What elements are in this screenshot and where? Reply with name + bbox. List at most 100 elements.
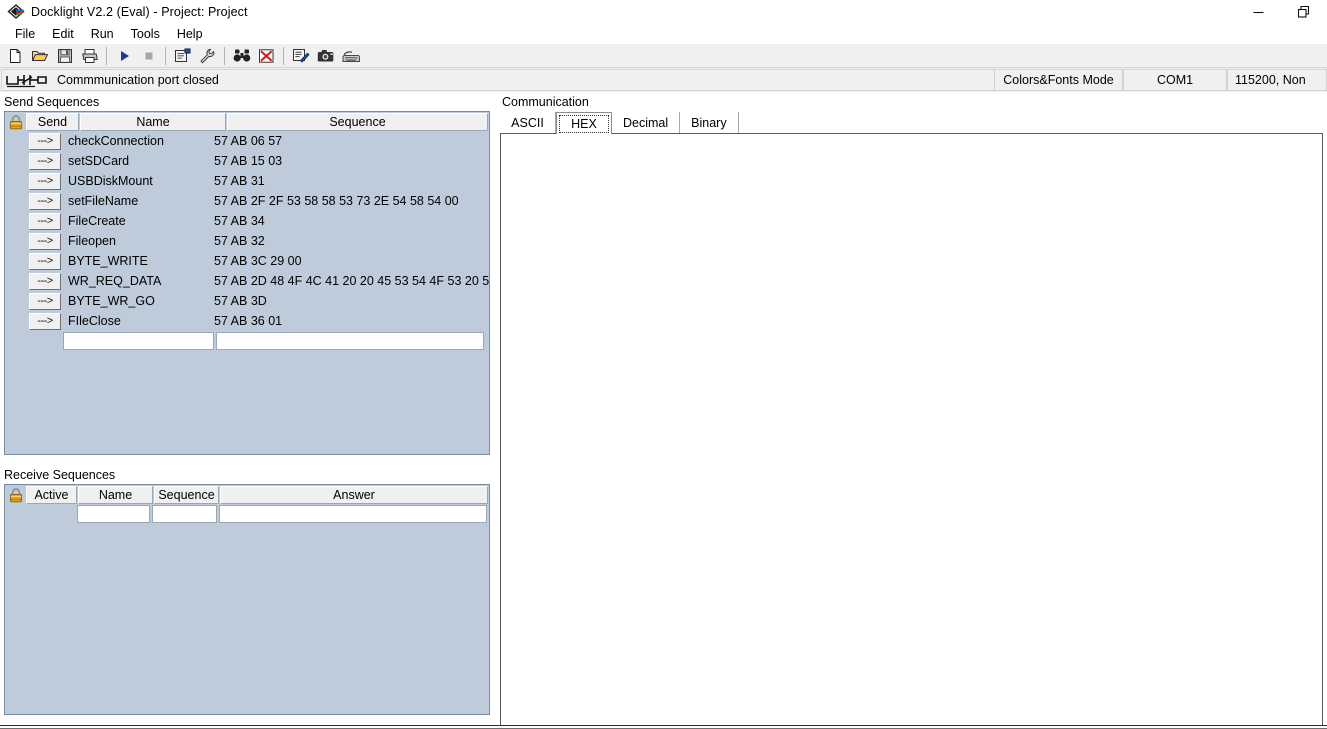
status-serial-params[interactable]: 115200, Non bbox=[1227, 69, 1327, 91]
project-settings-icon[interactable] bbox=[170, 45, 195, 67]
menu-tools[interactable]: Tools bbox=[123, 25, 169, 43]
table-row[interactable]: ---> USBDiskMount 57 AB 31 bbox=[5, 171, 489, 191]
communication-caption: Communication bbox=[502, 95, 589, 109]
send-row-button[interactable]: ---> bbox=[27, 211, 63, 231]
table-row[interactable]: ---> FIleClose 57 AB 36 01 bbox=[5, 311, 489, 331]
send-row-name: setSDCard bbox=[68, 154, 130, 168]
send-row-sequence: 57 AB 15 03 bbox=[214, 154, 283, 168]
send-row-sequence: 57 AB 2F 2F 53 58 58 53 73 2E 54 58 54 0… bbox=[214, 194, 459, 208]
send-row-sequence: 57 AB 3D bbox=[214, 294, 267, 308]
receive-padlock-icon[interactable] bbox=[6, 486, 26, 504]
send-new-row[interactable] bbox=[5, 332, 489, 350]
send-row-button[interactable]: ---> bbox=[27, 171, 63, 191]
table-row[interactable]: ---> checkConnection 57 AB 06 57 bbox=[5, 131, 489, 151]
communication-tabstrip: ASCII HEX Decimal Binary bbox=[498, 111, 1327, 134]
title-bar: Docklight V2.2 (Eval) - Project: Project bbox=[0, 0, 1327, 24]
serial-port-icon bbox=[5, 72, 51, 88]
table-row[interactable]: ---> BYTE_WR_GO 57 AB 3D bbox=[5, 291, 489, 311]
send-new-name-input[interactable] bbox=[63, 332, 214, 350]
table-row[interactable]: ---> BYTE_WRITE 57 AB 3C 29 00 bbox=[5, 251, 489, 271]
receive-col-name[interactable]: Name bbox=[78, 486, 153, 504]
open-folder-icon[interactable] bbox=[27, 45, 52, 67]
snapshot-camera-icon[interactable] bbox=[313, 45, 338, 67]
start-communication-icon[interactable] bbox=[111, 45, 136, 67]
send-arrow-label: ---> bbox=[29, 172, 61, 190]
table-row[interactable]: ---> FileCreate 57 AB 34 bbox=[5, 211, 489, 231]
receive-grid-header: Active Name Sequence Answer bbox=[5, 485, 489, 504]
send-arrow-label: ---> bbox=[29, 192, 61, 210]
restore-button[interactable] bbox=[1281, 0, 1327, 24]
send-row-sequence: 57 AB 31 bbox=[214, 174, 265, 188]
menu-file[interactable]: File bbox=[7, 25, 44, 43]
tab-decimal[interactable]: Decimal bbox=[612, 112, 681, 133]
window-title: Docklight V2.2 (Eval) - Project: Project bbox=[31, 5, 248, 19]
send-row-button[interactable]: ---> bbox=[27, 231, 63, 251]
tools-wrench-icon[interactable] bbox=[195, 45, 220, 67]
connection-status-text: Commmunication port closed bbox=[57, 73, 219, 87]
table-row[interactable]: ---> WR_REQ_DATA 57 AB 2D 48 4F 4C 41 20… bbox=[5, 271, 489, 291]
send-arrow-label: ---> bbox=[29, 152, 61, 170]
menu-run[interactable]: Run bbox=[83, 25, 123, 43]
status-colors-fonts-mode[interactable]: Colors&Fonts Mode bbox=[994, 69, 1123, 91]
clear-communication-icon[interactable] bbox=[254, 45, 279, 67]
send-row-button[interactable]: ---> bbox=[27, 271, 63, 291]
receive-col-active[interactable]: Active bbox=[26, 486, 77, 504]
receive-new-answer-input[interactable] bbox=[219, 505, 487, 523]
right-column: Communication ASCII HEX Decimal Binary bbox=[498, 92, 1327, 726]
send-row-name: WR_REQ_DATA bbox=[68, 274, 162, 288]
receive-new-row[interactable] bbox=[5, 505, 489, 524]
table-row[interactable]: ---> Fileopen 57 AB 32 bbox=[5, 231, 489, 251]
send-row-button[interactable]: ---> bbox=[27, 151, 63, 171]
new-file-icon[interactable] bbox=[2, 45, 27, 67]
send-row-sequence: 57 AB 2D 48 4F 4C 41 20 20 45 53 54 4F 5… bbox=[214, 274, 489, 288]
table-row[interactable]: ---> setFileName 57 AB 2F 2F 53 58 58 53… bbox=[5, 191, 489, 211]
send-new-sequence-input[interactable] bbox=[216, 332, 484, 350]
toolbar bbox=[0, 44, 1327, 68]
send-row-sequence: 57 AB 06 57 bbox=[214, 134, 283, 148]
send-col-name[interactable]: Name bbox=[80, 113, 226, 131]
connection-status: Commmunication port closed bbox=[1, 69, 994, 91]
send-row-sequence: 57 AB 3C 29 00 bbox=[214, 254, 302, 268]
table-row[interactable]: ---> setSDCard 57 AB 15 03 bbox=[5, 151, 489, 171]
receive-sequences-grid[interactable]: Active Name Sequence Answer bbox=[4, 484, 490, 715]
send-row-button[interactable]: ---> bbox=[27, 251, 63, 271]
receive-new-name-input[interactable] bbox=[77, 505, 150, 523]
send-grid-header: Send Name Sequence bbox=[5, 112, 489, 131]
receive-new-sequence-input[interactable] bbox=[152, 505, 217, 523]
stop-communication-icon[interactable] bbox=[136, 45, 161, 67]
send-arrow-label: ---> bbox=[29, 252, 61, 270]
tab-binary[interactable]: Binary bbox=[680, 112, 739, 133]
send-col-send[interactable]: Send bbox=[26, 113, 79, 131]
save-disk-icon[interactable] bbox=[52, 45, 77, 67]
send-arrow-label: ---> bbox=[29, 212, 61, 230]
menu-bar: File Edit Run Tools Help bbox=[0, 24, 1327, 44]
window-controls bbox=[1235, 0, 1327, 24]
communication-output-area[interactable] bbox=[500, 133, 1323, 726]
send-row-button[interactable]: ---> bbox=[27, 191, 63, 211]
send-sequences-grid[interactable]: Send Name Sequence ---> checkConnection … bbox=[4, 111, 490, 455]
send-arrow-label: ---> bbox=[29, 232, 61, 250]
send-row-sequence: 57 AB 32 bbox=[214, 234, 265, 248]
receive-col-answer[interactable]: Answer bbox=[220, 486, 488, 504]
send-row-button[interactable]: ---> bbox=[27, 291, 63, 311]
tab-ascii[interactable]: ASCII bbox=[500, 112, 556, 133]
menu-help[interactable]: Help bbox=[169, 25, 212, 43]
status-com-port[interactable]: COM1 bbox=[1123, 69, 1227, 91]
print-icon[interactable] bbox=[77, 45, 102, 67]
send-arrow-label: ---> bbox=[29, 292, 61, 310]
tab-hex[interactable]: HEX bbox=[556, 112, 612, 134]
receive-col-sequence[interactable]: Sequence bbox=[154, 486, 219, 504]
send-row-name: USBDiskMount bbox=[68, 174, 153, 188]
menu-edit[interactable]: Edit bbox=[44, 25, 83, 43]
send-row-button[interactable]: ---> bbox=[27, 311, 63, 331]
send-arrow-label: ---> bbox=[29, 312, 61, 330]
send-col-sequence[interactable]: Sequence bbox=[227, 113, 488, 131]
separator-1 bbox=[106, 46, 107, 65]
separator-4 bbox=[283, 46, 284, 65]
minimize-button[interactable] bbox=[1235, 0, 1281, 24]
keyboard-console-icon[interactable] bbox=[338, 45, 363, 67]
send-row-button[interactable]: ---> bbox=[27, 131, 63, 151]
edit-log-icon[interactable] bbox=[288, 45, 313, 67]
find-binoculars-icon[interactable] bbox=[229, 45, 254, 67]
send-padlock-icon[interactable] bbox=[6, 113, 26, 131]
